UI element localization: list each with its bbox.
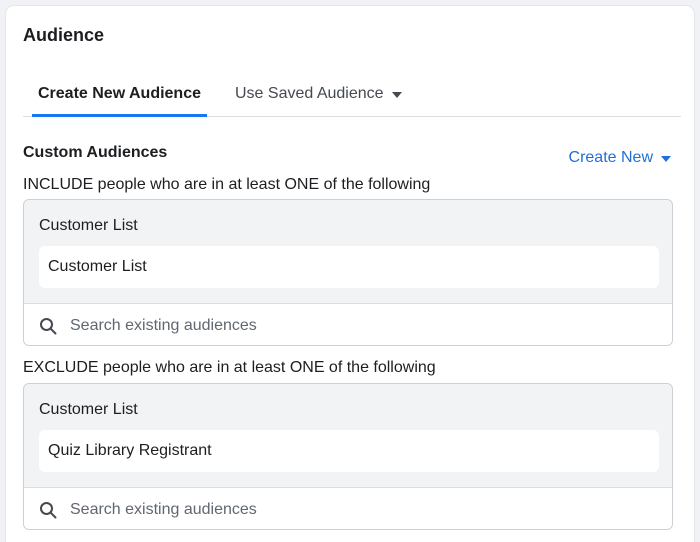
tab-create-new-audience[interactable]: Create New Audience [32, 76, 207, 117]
exclude-selected-audience[interactable]: Quiz Library Registrant [39, 430, 659, 472]
include-selected-audience[interactable]: Customer List [39, 246, 659, 288]
include-audience-box: Customer List Customer List [23, 199, 673, 346]
exclude-search-input[interactable] [70, 500, 630, 519]
custom-audiences-title: Custom Audiences [23, 144, 168, 161]
create-new-label: Create New [568, 149, 653, 166]
search-icon [40, 317, 57, 334]
exclude-search-row [24, 487, 672, 529]
exclude-audience-box: Customer List Quiz Library Registrant [23, 383, 673, 530]
tab-label: Create New Audience [37, 85, 201, 102]
caret-down-icon [661, 155, 671, 162]
audience-card: Audience Create New Audience Use Saved A… [6, 6, 694, 542]
tab-use-saved-audience[interactable]: Use Saved Audience [235, 76, 402, 117]
caret-down-icon [391, 92, 402, 98]
include-search-input[interactable] [70, 316, 630, 335]
include-rule-label: INCLUDE people who are in at least ONE o… [23, 176, 431, 193]
section-title: Audience [23, 25, 105, 45]
include-group-title: Customer List [39, 217, 138, 234]
create-new-button[interactable]: Create New [569, 149, 671, 167]
search-icon [40, 501, 57, 518]
tab-label: Use Saved Audience [235, 85, 384, 102]
include-search-row [24, 303, 672, 345]
exclude-group-title: Customer List [39, 401, 138, 418]
audience-tabs: Create New Audience Use Saved Audience [23, 76, 681, 117]
exclude-rule-label: EXCLUDE people who are in at least ONE o… [23, 359, 436, 376]
